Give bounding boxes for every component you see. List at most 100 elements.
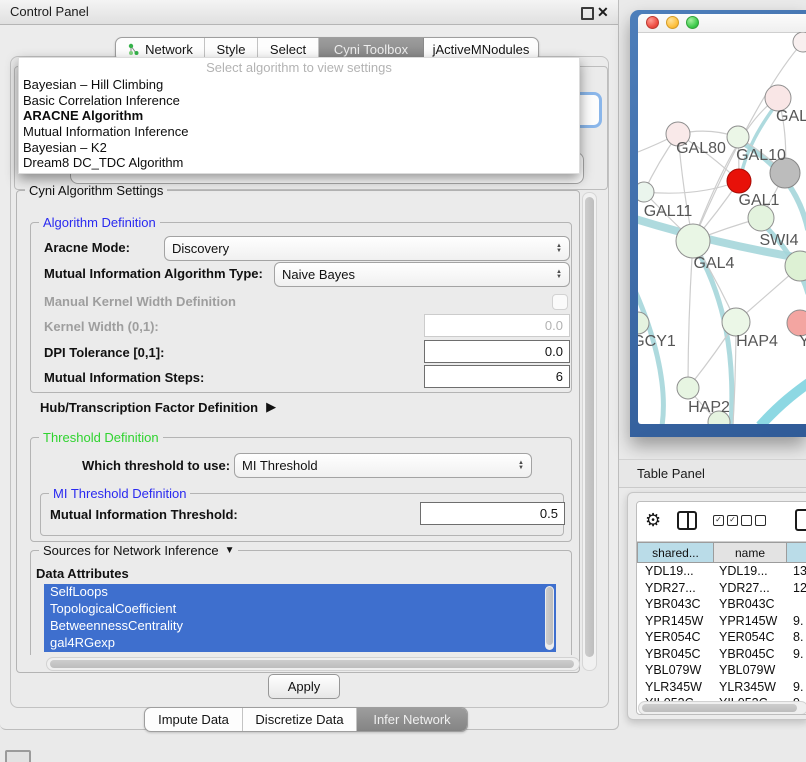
settings-vertical-scrollbar[interactable] bbox=[582, 192, 597, 671]
edge bbox=[638, 284, 663, 424]
export-table-icon[interactable] bbox=[795, 509, 806, 531]
tab-infer-network[interactable]: Infer Network bbox=[357, 708, 467, 731]
network-view-inner: GAL GAL80 GAL10 GAL11 GAL1 SWI4 GAL4 GCY… bbox=[638, 14, 806, 424]
window-zoom-button[interactable] bbox=[686, 16, 699, 29]
manual-kernel-checkbox[interactable] bbox=[552, 294, 568, 310]
close-icon[interactable]: ✕ bbox=[597, 2, 609, 22]
network-node[interactable] bbox=[793, 32, 806, 52]
network-node-hap2[interactable] bbox=[677, 377, 699, 399]
sources-title-row[interactable]: Sources for Network Inference ▼ bbox=[39, 543, 238, 558]
popup-item-aracne[interactable]: ARACNE Algorithm bbox=[19, 108, 579, 124]
show-columns-icon[interactable] bbox=[677, 511, 697, 530]
popup-item-bayesian-hill-climbing[interactable]: Bayesian – Hill Climbing bbox=[19, 77, 579, 93]
settings-vertical-scrollbar-thumb[interactable] bbox=[585, 197, 594, 657]
float-window-icon[interactable] bbox=[581, 7, 594, 20]
attribute-topologicalcoefficient[interactable]: TopologicalCoefficient bbox=[44, 601, 556, 618]
dpi-tolerance-input[interactable]: 0.0 bbox=[424, 340, 570, 363]
attribute-selfloops[interactable]: SelfLoops bbox=[44, 584, 556, 601]
table-horizontal-scrollbar-thumb[interactable] bbox=[642, 704, 797, 712]
aracne-mode-select[interactable]: Discovery ▲▼ bbox=[164, 236, 570, 261]
settings-horizontal-scrollbar[interactable] bbox=[46, 657, 580, 671]
minimized-panel-icon[interactable] bbox=[5, 750, 31, 762]
gear-icon[interactable]: ⚙ bbox=[645, 510, 661, 530]
node-label: Y bbox=[799, 333, 806, 350]
mi-steps-input[interactable]: 6 bbox=[424, 365, 570, 388]
mi-steps-value: 6 bbox=[556, 369, 563, 384]
table-horizontal-scrollbar[interactable] bbox=[638, 701, 806, 715]
settings-horizontal-scrollbar-thumb[interactable] bbox=[50, 660, 574, 668]
column-header-label: name bbox=[735, 546, 765, 560]
table-row[interactable]: YLR345W YLR345W 9. bbox=[637, 679, 806, 696]
attributes-list-scrollbar-thumb[interactable] bbox=[546, 587, 553, 645]
node-label-hap4: HAP4 bbox=[736, 333, 778, 350]
window-close-button[interactable] bbox=[646, 16, 659, 29]
network-window-titlebar[interactable] bbox=[638, 14, 806, 33]
tab-impute-data[interactable]: Impute Data bbox=[145, 708, 243, 731]
data-attributes-label: Data Attributes bbox=[36, 566, 129, 581]
tab-jactivemnodules-label: jActiveMNodules bbox=[433, 42, 530, 57]
network-node-gal10[interactable] bbox=[727, 126, 749, 148]
mi-threshold-label: Mutual Information Threshold: bbox=[50, 507, 238, 522]
select-all-columns-icon[interactable]: ✓ ✓ bbox=[713, 515, 738, 526]
table-row[interactable]: YPR145W YPR145W 9. bbox=[637, 613, 806, 630]
edge bbox=[760, 382, 806, 424]
mi-type-label: Mutual Information Algorithm Type: bbox=[44, 266, 263, 281]
algorithm-definition-title: Algorithm Definition bbox=[39, 215, 160, 230]
tab-infer-network-label: Infer Network bbox=[373, 712, 450, 727]
table-panel-inner: ⚙ ✓ ✓ shared... name bbox=[636, 501, 806, 715]
attribute-betweennesscentrality[interactable]: BetweennessCentrality bbox=[44, 618, 556, 635]
network-node-hap4[interactable] bbox=[722, 308, 750, 336]
control-panel-titlebar: Control Panel ✕ bbox=[0, 0, 618, 25]
network-canvas[interactable]: GAL GAL80 GAL10 GAL11 GAL1 SWI4 GAL4 GCY… bbox=[638, 32, 806, 424]
attribute-gal4rgexp[interactable]: gal4RGexp bbox=[44, 635, 556, 652]
which-threshold-select[interactable]: MI Threshold ▲▼ bbox=[234, 453, 532, 478]
cyni-algorithm-settings-title: Cyni Algorithm Settings bbox=[25, 183, 167, 198]
edge bbox=[695, 246, 732, 424]
table-row[interactable]: YER054C YER054C 8. bbox=[637, 629, 806, 646]
aracne-mode-value: Discovery bbox=[172, 241, 229, 256]
screen: Control Panel ✕ Network Style bbox=[0, 0, 806, 762]
edge bbox=[644, 181, 739, 193]
table-row[interactable]: YBL079W YBL079W bbox=[637, 662, 806, 679]
table-row[interactable]: YBR043C YBR043C bbox=[637, 596, 806, 613]
network-node-gal11[interactable] bbox=[638, 182, 654, 202]
table-row[interactable]: YBR045C YBR045C 9. bbox=[637, 646, 806, 663]
tab-cyni-toolbox-label: Cyni Toolbox bbox=[334, 42, 408, 57]
popup-item-bayesian-k2[interactable]: Bayesian – K2 bbox=[19, 140, 579, 156]
node-label-gal4: GAL4 bbox=[694, 255, 735, 272]
mi-threshold-input[interactable]: 0.5 bbox=[420, 502, 565, 525]
column-header-shared-name[interactable]: shared... bbox=[637, 542, 714, 563]
control-panel-window: Control Panel ✕ Network Style bbox=[0, 0, 619, 730]
mi-type-select[interactable]: Naive Bayes ▲▼ bbox=[274, 262, 570, 287]
attributes-list-scrollbar[interactable] bbox=[545, 586, 554, 650]
hub-definition-toggle[interactable]: Hub/Transcription Factor Definition ▶ bbox=[40, 399, 276, 415]
apply-button-label: Apply bbox=[288, 679, 321, 694]
edge bbox=[688, 241, 693, 388]
node-label-swi4: SWI4 bbox=[759, 232, 798, 249]
popup-item-mutual-information[interactable]: Mutual Information Inference bbox=[19, 124, 579, 140]
kernel-width-input[interactable]: 0.0 bbox=[424, 314, 570, 337]
popup-item-dream8[interactable]: Dream8 DC_TDC Algorithm bbox=[19, 155, 579, 171]
window-minimize-button[interactable] bbox=[666, 16, 679, 29]
kernel-width-label: Kernel Width (0,1): bbox=[44, 319, 159, 334]
network-node-gal4[interactable] bbox=[676, 224, 710, 258]
node-label-hap2: HAP2 bbox=[688, 399, 730, 416]
popup-placeholder: Select algorithm to view settings bbox=[19, 58, 579, 77]
tab-discretize-data[interactable]: Discretize Data bbox=[243, 708, 357, 731]
column-header-name[interactable]: name bbox=[714, 542, 787, 563]
network-node-selected-red[interactable] bbox=[727, 169, 751, 193]
network-view-window: GAL GAL80 GAL10 GAL11 GAL1 SWI4 GAL4 GCY… bbox=[630, 10, 806, 437]
popup-item-basic-correlation[interactable]: Basic Correlation Inference bbox=[19, 93, 579, 109]
which-threshold-label: Which threshold to use: bbox=[82, 458, 230, 473]
manual-kernel-label: Manual Kernel Width Definition bbox=[44, 294, 236, 309]
deselect-all-columns-icon[interactable] bbox=[741, 515, 766, 526]
highlight-edges bbox=[760, 382, 806, 424]
spinner-arrows-icon: ▲▼ bbox=[510, 461, 524, 471]
table-row[interactable]: YDR27... YDR27... 12 bbox=[637, 580, 806, 597]
table-panel-title: Table Panel bbox=[637, 460, 705, 487]
column-header-clipped[interactable] bbox=[787, 542, 806, 563]
tab-impute-data-label: Impute Data bbox=[158, 712, 229, 727]
node-label-gal11: GAL11 bbox=[644, 203, 693, 220]
apply-button[interactable]: Apply bbox=[268, 674, 340, 699]
table-row[interactable]: YDL19... YDL19... 13 bbox=[637, 563, 806, 580]
